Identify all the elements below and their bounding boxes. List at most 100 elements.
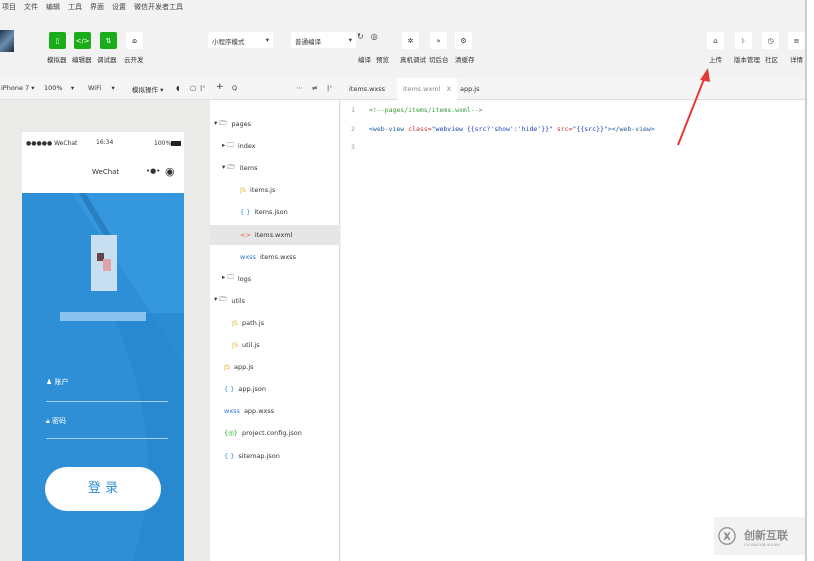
volume-icon[interactable]: ◖	[176, 84, 179, 92]
account-label: 账户	[54, 378, 69, 386]
tree-item-pages[interactable]: ▾ 🗁︎ pages	[210, 114, 340, 134]
tree-item-app-json[interactable]: { } app.json	[210, 379, 340, 399]
cloud-button[interactable]: ɷ	[126, 32, 143, 49]
tree-item-util-js[interactable]: JS util.js	[210, 335, 340, 355]
menu-view[interactable]: 界面	[90, 2, 104, 12]
close-icon[interactable]: X	[447, 85, 451, 93]
tree-item-label: logs	[237, 274, 252, 283]
login-button[interactable]: 登 录	[45, 467, 161, 511]
zoom-select[interactable]: 100% ▾	[44, 84, 74, 92]
version-label: 版本管理	[734, 56, 760, 64]
tab-items-wxss[interactable]: items.wxss	[343, 78, 391, 100]
menu-bar: 项目 文件 编辑 工具 界面 设置 微信开发者工具	[0, 0, 805, 14]
debugger-label: 调试器	[97, 56, 117, 64]
code-value: "{{src}}"	[572, 125, 608, 133]
compile-label[interactable]: 编译	[358, 54, 371, 64]
tree-item-items[interactable]: ▾ 🗁︎ items	[210, 158, 340, 178]
folder-icon: ▸ 🗀︎	[222, 273, 234, 282]
js-file-icon: JS	[232, 318, 239, 327]
community-button[interactable]: ◷	[762, 32, 779, 49]
menu-settings[interactable]: 设置	[112, 2, 126, 12]
divider	[46, 438, 168, 439]
json-file-icon: { }	[224, 385, 235, 394]
menu-devtools[interactable]: 微信开发者工具	[134, 2, 183, 12]
operation-select[interactable]: 模拟操作 ▾	[132, 84, 163, 94]
eye-icon[interactable]: ◎	[371, 32, 378, 41]
device-select[interactable]: iPhone 7 ▾	[1, 84, 35, 92]
rotate-icon[interactable]: ▢	[190, 84, 196, 92]
compile-value: 普通编译	[295, 38, 321, 46]
phone-screen: ●●●●● WeChat 16:34 100% WeChat •●• ◉ ♟ 账…	[22, 132, 184, 561]
tab-items-wxml[interactable]: items.wxml X	[397, 78, 458, 100]
tree-item-utils[interactable]: ▾ 🗁︎ utils	[210, 291, 340, 311]
collapse-icon[interactable]: |⁺	[327, 84, 333, 92]
line-number: 3	[351, 143, 355, 151]
logo-image	[91, 235, 117, 291]
tree-item-logs[interactable]: ▸ 🗀︎ logs	[210, 269, 340, 289]
tab-label: app.js	[460, 85, 480, 93]
tree-item-app-js[interactable]: JS app.js	[210, 357, 340, 377]
avatar[interactable]	[0, 30, 14, 52]
compile-preview-icons: ↻ ◎	[357, 32, 378, 41]
tree-item-items-json[interactable]: { } items.json	[210, 202, 340, 222]
tree-item-label: app.wxss	[243, 407, 275, 416]
code-editor[interactable]: 1 2 3 <!--pages/items/items.wxml--> <web…	[341, 100, 805, 561]
editor-label: 编辑器	[72, 56, 92, 64]
scrollbar[interactable]	[805, 0, 814, 561]
phone-icon: ▯	[55, 36, 60, 45]
line-number: 2	[351, 125, 355, 133]
search-icon[interactable]: Q	[232, 84, 237, 92]
compile-select[interactable]: 普通编译 ▾	[291, 32, 356, 48]
community-label: 社区	[765, 56, 778, 64]
simulator-button[interactable]: ▯	[49, 32, 66, 49]
menu-file[interactable]: 文件	[24, 2, 38, 12]
editor-button[interactable]: </>	[74, 32, 91, 49]
tree-item-project-config-json[interactable]: {◎} project.config.json	[210, 423, 340, 443]
background-label: 切后台	[429, 56, 449, 64]
add-file-icon[interactable]: +	[216, 82, 224, 92]
close-capsule-icon[interactable]: ◉	[165, 165, 175, 178]
account-field[interactable]: ♟ 账户	[46, 377, 69, 387]
tree-item-app-wxss[interactable]: wxss app.wxss	[210, 401, 340, 421]
background-button[interactable]: »	[430, 32, 447, 49]
details-button[interactable]: ≡	[788, 32, 805, 49]
more-icon[interactable]: ⋯	[296, 84, 303, 92]
mode-select[interactable]: 小程序模式 ▾	[208, 32, 273, 48]
debugger-button[interactable]: ⇅	[100, 32, 117, 49]
network-value: WiFi	[88, 84, 102, 92]
sort-icon[interactable]: ⇌	[312, 84, 317, 92]
tree-item-items-wxss[interactable]: wxss items.wxss	[210, 247, 340, 267]
upload-button[interactable]: ⌂	[707, 32, 724, 49]
clear-cache-button[interactable]: ⚙	[455, 32, 472, 49]
tree-item-label: pages	[231, 120, 252, 128]
network-select[interactable]: WiFi ▾	[88, 84, 115, 92]
preview-label[interactable]: 预览	[376, 54, 389, 64]
password-field[interactable]: 🔒︎ 密码	[46, 416, 66, 426]
tab-app-js[interactable]: app.js	[454, 78, 486, 100]
switch-icon: »	[436, 36, 441, 45]
folder-open-icon: ▾ 🗁︎	[214, 118, 228, 127]
tree-item-items-js[interactable]: JS items.js	[210, 180, 340, 200]
json-file-icon: { }	[224, 451, 235, 460]
code-value: "webview {{src?'show':'hide'}}"	[431, 125, 553, 133]
tree-item-index[interactable]: ▸ 🗀︎ index	[210, 136, 340, 156]
tree-item-sitemap-json[interactable]: { } sitemap.json	[210, 446, 340, 466]
folder-open-icon: ▾ 🗁︎	[222, 162, 236, 171]
tree-item-label: items.js	[250, 186, 276, 195]
expand-icon[interactable]: |⁺	[200, 84, 206, 92]
refresh-icon[interactable]: ↻	[357, 32, 364, 41]
menu-project[interactable]: 项目	[2, 2, 16, 12]
more-menu-icon[interactable]: •●•	[146, 167, 160, 175]
version-button[interactable]: ᚦ	[735, 32, 752, 49]
menu-tools[interactable]: 工具	[68, 2, 82, 12]
tree-item-path-js[interactable]: JS path.js	[210, 313, 340, 333]
tree-item-label: project.config.json	[241, 429, 302, 438]
tree-item-items-wxml[interactable]: <> items.wxml	[210, 224, 340, 245]
remote-debug-button[interactable]: ✲	[402, 32, 419, 49]
time: 16:34	[96, 139, 114, 146]
file-tree: ▾ 🗁︎ pages ▸ 🗀︎ index ▾ 🗁︎ items JS items.js{ }…	[210, 100, 340, 561]
debug-icon: ⇅	[105, 36, 112, 45]
menu-edit[interactable]: 编辑	[46, 2, 60, 12]
watermark: ⓧ 创新互联 CHUANGXIN HULIAN	[714, 517, 805, 555]
tree-item-label: path.js	[242, 318, 265, 327]
